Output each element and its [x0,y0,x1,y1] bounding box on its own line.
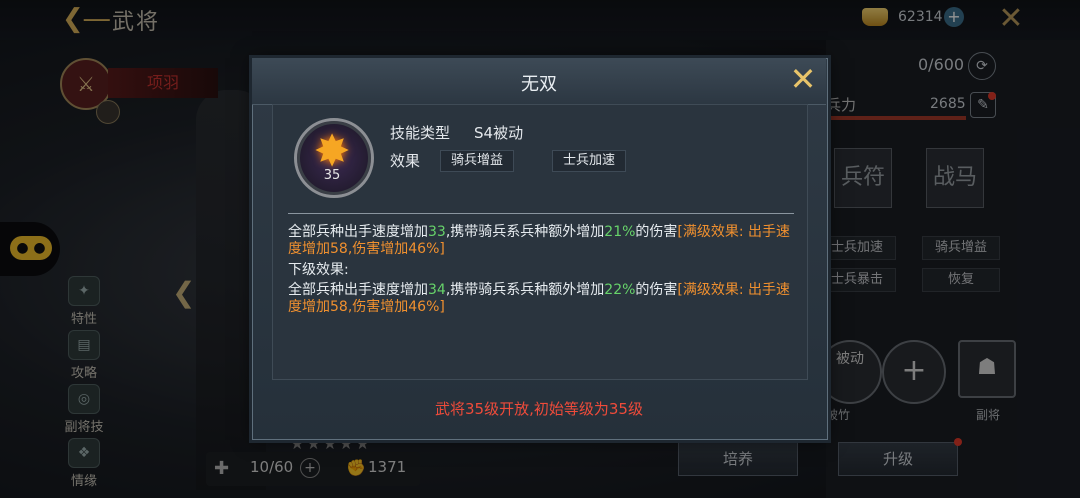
desc-value: 33 [428,224,446,240]
modal-title: 无双 [521,74,557,95]
effect-label: 效果 [390,152,421,170]
desc-value: 21% [604,224,636,240]
desc-value: 22% [604,282,636,298]
modal-close-icon[interactable]: ✕ [786,62,820,96]
desc-text: 的伤害 [635,224,678,240]
effect-tag: 士兵加速 [552,150,626,172]
divider [288,213,794,214]
skill-level: 35 [323,168,341,183]
desc-text: 的伤害 [635,282,678,298]
desc-text: 全部兵种出手速度增加 [288,282,428,298]
skill-type-label: 技能类型 [390,124,451,142]
desc-text: ,携带骑兵系兵种额外增加 [445,282,605,298]
desc-value: 34 [428,282,446,298]
desc-text: 全部兵种出手速度增加 [288,224,428,240]
current-effect-text: 全部兵种出手速度增加33,携带骑兵系兵种额外增加21%的伤害[满级效果: 出手速… [288,224,794,258]
effect-tag: 骑兵增益 [440,150,514,172]
next-level-label: 下级效果: [288,262,349,278]
desc-text: ,携带骑兵系兵种额外增加 [445,224,605,240]
skill-type-value: S4被动 [474,124,524,142]
unlock-note: 武将35级开放,初始等级为35级 [435,400,643,418]
next-effect-text: 全部兵种出手速度增加34,携带骑兵系兵种额外增加22%的伤害[满级效果: 出手速… [288,282,794,316]
